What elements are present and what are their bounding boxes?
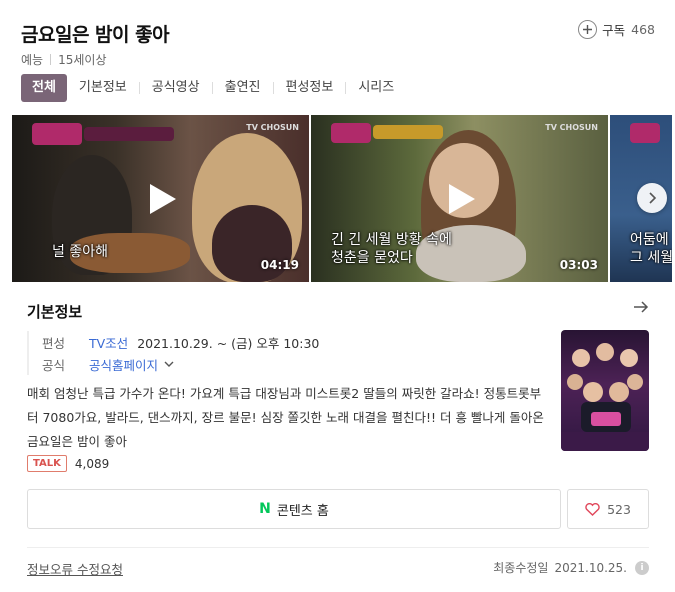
more-info-link[interactable] — [633, 299, 649, 319]
tab-series[interactable]: 시리즈 — [346, 74, 406, 102]
official-homepage-link[interactable]: 공식홈페이지 — [89, 355, 158, 374]
content-home-button[interactable]: N 콘텐츠 홈 — [27, 489, 561, 529]
poster-artwork — [561, 343, 649, 451]
like-button[interactable]: 523 — [567, 489, 649, 529]
subscribe-count: 468 — [631, 22, 655, 37]
tab-cast[interactable]: 출연진 — [213, 74, 273, 102]
genre: 예능 — [21, 53, 44, 67]
video-duration: 04:19 — [260, 258, 299, 272]
caption-line: 그 세월 — [630, 250, 672, 266]
video-caption: 긴 긴 세월 방황 속에 청춘을 묻었다 — [331, 231, 452, 267]
video-carousel: TV CHOSUN 널 좋아해 04:19 TV CHOSUN 긴 긴 세월 방… — [12, 115, 672, 282]
program-meta: 예능 15세이상 — [21, 51, 106, 68]
updated-label: 최종수정일 — [493, 561, 549, 575]
report-error-link[interactable]: 정보오류 수정요청 — [27, 559, 123, 578]
subscribe-label: 구독 — [602, 23, 626, 38]
broadcast-schedule: 2021.10.29. ~ (금) 오후 10:30 — [137, 335, 320, 351]
caption-line: 어둠에 — [630, 232, 669, 248]
tab-official-videos[interactable]: 공식영상 — [140, 74, 212, 102]
tab-all[interactable]: 전체 — [21, 74, 67, 102]
plus-icon — [578, 20, 598, 39]
like-count: 523 — [607, 501, 631, 517]
updated-date: 2021.10.25. — [554, 560, 627, 575]
show-subtitle-badge — [84, 127, 174, 141]
caption-line: 청춘을 묻었다 — [331, 250, 413, 266]
caption-line: 긴 긴 세월 방황 속에 — [331, 232, 452, 248]
broadcast-row: 편성 TV조선 2021.10.29. ~ (금) 오후 10:30 — [42, 331, 319, 353]
arrow-right-icon — [634, 301, 649, 313]
channel-link[interactable]: TV조선 — [89, 333, 128, 352]
video-thumbnail[interactable]: TV CHOSUN 긴 긴 세월 방황 속에 청춘을 묻었다 03:03 — [311, 115, 608, 282]
channel-watermark: TV CHOSUN — [545, 123, 598, 132]
last-updated: 최종수정일 2021.10.25. i — [493, 559, 649, 576]
section-heading: 기본정보 — [27, 303, 83, 321]
tab-basic-info[interactable]: 기본정보 — [67, 74, 139, 102]
talk-badge: TALK — [27, 455, 67, 472]
heart-icon — [585, 502, 600, 516]
tab-schedule[interactable]: 편성정보 — [274, 74, 346, 102]
content-home-label: 콘텐츠 홈 — [276, 503, 329, 519]
info-rows: 편성 TV조선 2021.10.29. ~ (금) 오후 10:30 공식 공식… — [27, 331, 319, 375]
talk-row[interactable]: TALK 4,089 — [27, 455, 109, 472]
program-poster[interactable] — [561, 330, 649, 451]
program-title[interactable]: 금요일은 밤이 좋아 — [21, 20, 170, 47]
official-key: 공식 — [42, 357, 66, 373]
talk-count: 4,089 — [74, 456, 110, 471]
official-row: 공식 공식홈페이지 — [42, 353, 319, 375]
show-subtitle-badge — [373, 125, 443, 139]
subscribe-button[interactable]: 구독 468 — [578, 20, 655, 39]
broadcast-key: 편성 — [42, 335, 66, 351]
tab-bar: 전체 기본정보 공식영상 출연진 편성정보 시리즈 — [21, 74, 406, 102]
info-icon[interactable]: i — [635, 560, 649, 575]
age-rating: 15세이상 — [58, 53, 107, 67]
chevron-down-icon[interactable] — [164, 361, 174, 368]
show-logo-badge — [32, 123, 82, 145]
footer-divider — [27, 547, 649, 548]
program-card: 금요일은 밤이 좋아 예능 15세이상 구독 468 전체 기본정보 공식영상 … — [0, 0, 675, 592]
carousel-next-button[interactable] — [637, 183, 667, 213]
play-icon[interactable] — [446, 181, 478, 217]
basic-info-section: 기본정보 편성 TV조선 2021.10.29. ~ (금) 오후 10:30 … — [12, 282, 663, 588]
play-icon[interactable] — [147, 181, 179, 217]
video-caption: 어둠에 그 세월 — [630, 231, 672, 267]
chevron-right-icon — [649, 192, 657, 204]
channel-watermark: TV CHOSUN — [246, 123, 299, 132]
meta-divider — [50, 54, 52, 65]
video-caption: 널 좋아해 — [52, 244, 108, 260]
show-logo-badge — [630, 123, 660, 143]
video-duration: 03:03 — [559, 258, 598, 272]
naver-n-icon: N — [259, 501, 271, 517]
show-logo-badge — [331, 123, 371, 143]
video-thumbnail[interactable]: TV CHOSUN 널 좋아해 04:19 — [12, 115, 309, 282]
program-description: 매회 엄청난 특급 가수가 온다! 가요계 특급 대장님과 미스트롯2 딸들의 … — [27, 386, 544, 449]
